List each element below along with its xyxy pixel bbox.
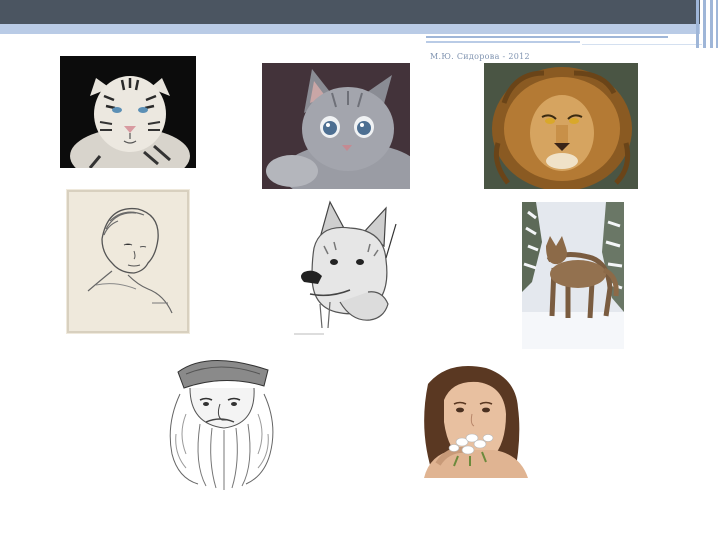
header-rule <box>426 36 668 38</box>
wolf-cub-drawing <box>290 198 406 348</box>
child-sketch <box>66 189 190 334</box>
lion-painting <box>484 63 638 189</box>
slide-footer-text: М.Ю. Сидорова - 2012 <box>430 52 530 61</box>
old-man-sketch <box>160 344 284 496</box>
header-rule-thin <box>582 44 702 45</box>
corner-stripes <box>694 0 720 48</box>
woman-with-flowers-photo <box>408 364 548 478</box>
wolf-in-snow-photo <box>522 202 624 349</box>
grey-kitten-photo <box>262 63 410 189</box>
header-rule-short <box>426 41 580 43</box>
header-band <box>0 0 700 24</box>
white-tiger-photo <box>60 56 196 168</box>
header-accent-band <box>0 24 700 34</box>
